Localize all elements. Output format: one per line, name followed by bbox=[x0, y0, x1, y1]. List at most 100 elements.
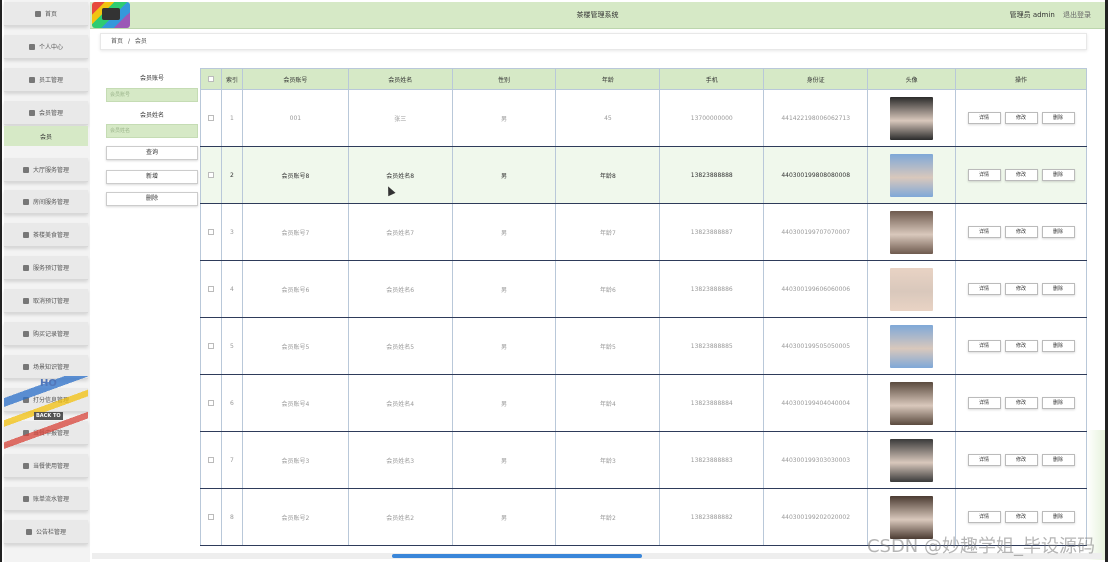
cell-id-card: 440300199505050005 bbox=[763, 317, 869, 375]
cell-avatar bbox=[867, 146, 957, 204]
detail-button[interactable]: 详情 bbox=[967, 226, 1001, 238]
sidebar-item-10[interactable]: 场景知识管理 bbox=[4, 355, 88, 379]
sidebar-item-1[interactable]: 个人中心 bbox=[4, 35, 88, 59]
cell-select bbox=[200, 431, 222, 489]
select-all-header bbox=[200, 68, 222, 90]
table-row[interactable]: 4 会员账号6 会员姓名6 男年龄6 13823888886 44030019960606… bbox=[200, 260, 1087, 318]
detail-button[interactable]: 详情 bbox=[967, 397, 1001, 409]
table-row[interactable]: 7 会员账号3 会员姓名3 男年龄3 13823888883 44030019930303… bbox=[200, 431, 1087, 489]
row-delete-button[interactable]: 删除 bbox=[1041, 283, 1075, 295]
sidebar-item-11[interactable]: 打分信息管理 bbox=[4, 388, 88, 412]
sidebar-item-15[interactable]: 公告栏管理 bbox=[4, 520, 88, 544]
breadcrumb: 首页 / 会员 bbox=[100, 33, 1087, 50]
account-label: 会员账号 bbox=[139, 75, 164, 82]
sidebar-item-4[interactable]: 大厅服务管理 bbox=[4, 158, 88, 182]
cell-gender: 男 bbox=[451, 488, 557, 546]
detail-button[interactable]: 详情 bbox=[967, 283, 1001, 295]
cell-avatar bbox=[867, 203, 957, 261]
row-delete-button[interactable]: 删除 bbox=[1041, 397, 1075, 409]
cell-select bbox=[200, 203, 222, 261]
sidebar-item-0[interactable]: 首页 bbox=[4, 2, 88, 26]
sidebar-item-6[interactable]: 茶楼美食管理 bbox=[4, 223, 88, 247]
grid-icon bbox=[22, 495, 29, 502]
sidebar-item-label: 首页 bbox=[44, 11, 57, 18]
table-row[interactable]: 6 会员账号4 会员姓名4 男年龄4 13823888884 44030019940404… bbox=[200, 374, 1087, 432]
grid-icon bbox=[22, 166, 29, 173]
avatar-image bbox=[890, 210, 934, 254]
edit-button[interactable]: 修改 bbox=[1004, 169, 1038, 181]
logout-link[interactable]: 退出登录 bbox=[1063, 11, 1091, 19]
cell-age: 年龄7 bbox=[555, 203, 661, 261]
edit-button[interactable]: 修改 bbox=[1004, 283, 1038, 295]
row-checkbox[interactable] bbox=[207, 343, 214, 349]
edit-button[interactable]: 修改 bbox=[1004, 454, 1038, 466]
row-delete-button[interactable]: 删除 bbox=[1041, 169, 1075, 181]
row-checkbox[interactable] bbox=[207, 172, 214, 178]
cell-select bbox=[200, 374, 222, 432]
edit-button[interactable]: 修改 bbox=[1004, 112, 1038, 124]
cell-id-card: 440300199707070007 bbox=[763, 203, 869, 261]
sidebar-item-12[interactable]: 当餐申报管理 bbox=[4, 421, 88, 445]
detail-button[interactable]: 详情 bbox=[967, 112, 1001, 124]
row-delete-button[interactable]: 删除 bbox=[1041, 112, 1075, 124]
table-row[interactable]: 1 001 张三男 45 13700000000 441422198006062713 详情… bbox=[200, 89, 1087, 147]
account-input[interactable]: 会员账号 bbox=[106, 88, 198, 102]
sidebar-item-5[interactable]: 房间服务管理 bbox=[4, 190, 88, 214]
sidebar-item-label: 账单流水管理 bbox=[32, 496, 69, 503]
edit-button[interactable]: 修改 bbox=[1004, 226, 1038, 238]
table-row[interactable]: 5 会员账号5 会员姓名5 男年龄5 13823888885 44030019950505… bbox=[200, 317, 1087, 375]
sidebar-item-13[interactable]: 当餐使用管理 bbox=[4, 454, 88, 478]
delete-button[interactable]: 删除 bbox=[106, 192, 198, 206]
row-checkbox[interactable] bbox=[207, 229, 214, 235]
row-checkbox[interactable] bbox=[207, 514, 214, 520]
edit-button[interactable]: 修改 bbox=[1004, 340, 1038, 352]
logo-cup-icon bbox=[102, 8, 120, 20]
cell-index: 5 bbox=[220, 317, 243, 375]
sidebar-item-label: 会员管理 bbox=[38, 110, 63, 117]
add-button[interactable]: 新增 bbox=[106, 170, 198, 184]
sidebar-item-2[interactable]: 员工管理 bbox=[4, 68, 88, 92]
sidebar-item-7[interactable]: 服务预订管理 bbox=[4, 256, 88, 280]
select-all-checkbox[interactable] bbox=[207, 76, 214, 82]
sidebar-item-9[interactable]: 购买记录管理 bbox=[4, 322, 88, 346]
name-input[interactable]: 会员姓名 bbox=[106, 124, 198, 138]
table-row[interactable]: 2 会员账号8 会员姓名8 男年龄8 13823888888 44030019980808… bbox=[200, 146, 1087, 204]
row-delete-button[interactable]: 删除 bbox=[1041, 340, 1075, 352]
row-checkbox[interactable] bbox=[207, 457, 214, 463]
table-row[interactable]: 3 会员账号7 会员姓名7 男年龄7 13823888887 44030019970707… bbox=[200, 203, 1087, 261]
scrollbar-thumb[interactable] bbox=[392, 554, 642, 558]
sidebar-item-label: 打分信息管理 bbox=[32, 397, 69, 404]
detail-button[interactable]: 详情 bbox=[967, 511, 1001, 523]
table-header-row: 索引 会员账号 会员姓名 性别 年龄 手机 身份证 头像 操作 bbox=[200, 68, 1087, 90]
query-button[interactable]: 查询 bbox=[106, 146, 198, 160]
avatar-image bbox=[890, 438, 934, 482]
top-bar: 茶楼管理系统 管理员 admin 退出登录 bbox=[90, 2, 1105, 29]
sidebar-item-label: 服务预订管理 bbox=[32, 265, 69, 272]
sidebar-item-14[interactable]: 账单流水管理 bbox=[4, 487, 88, 511]
cell-id-card: 440300199404040004 bbox=[763, 374, 869, 432]
cell-gender: 男 bbox=[451, 146, 557, 204]
cell-account: 会员账号4 bbox=[241, 374, 349, 432]
cell-account: 会员账号6 bbox=[241, 260, 349, 318]
detail-button[interactable]: 详情 bbox=[967, 340, 1001, 352]
cell-avatar bbox=[867, 260, 957, 318]
row-delete-button[interactable]: 删除 bbox=[1041, 226, 1075, 238]
detail-button[interactable]: 详情 bbox=[967, 169, 1001, 181]
detail-button[interactable]: 详情 bbox=[967, 454, 1001, 466]
cell-name: 会员姓名3 bbox=[347, 431, 453, 489]
row-checkbox[interactable] bbox=[207, 115, 214, 121]
edit-button[interactable]: 修改 bbox=[1004, 511, 1038, 523]
row-delete-button[interactable]: 删除 bbox=[1041, 454, 1075, 466]
cell-account: 会员账号2 bbox=[241, 488, 349, 546]
sidebar-sub-member[interactable]: 会员 bbox=[4, 126, 88, 146]
breadcrumb-home[interactable]: 首页 bbox=[111, 38, 123, 45]
sidebar-item-label: 房间服务管理 bbox=[32, 199, 69, 206]
row-checkbox[interactable] bbox=[207, 400, 214, 406]
cell-actions: 详情 修改 删除 bbox=[955, 260, 1087, 318]
row-delete-button[interactable]: 删除 bbox=[1041, 511, 1075, 523]
sidebar-item-8[interactable]: 取消预订管理 bbox=[4, 289, 88, 313]
name-label: 会员姓名 bbox=[139, 112, 164, 119]
edit-button[interactable]: 修改 bbox=[1004, 397, 1038, 409]
row-checkbox[interactable] bbox=[207, 286, 214, 292]
sidebar-item-3[interactable]: 会员管理 bbox=[4, 101, 88, 125]
